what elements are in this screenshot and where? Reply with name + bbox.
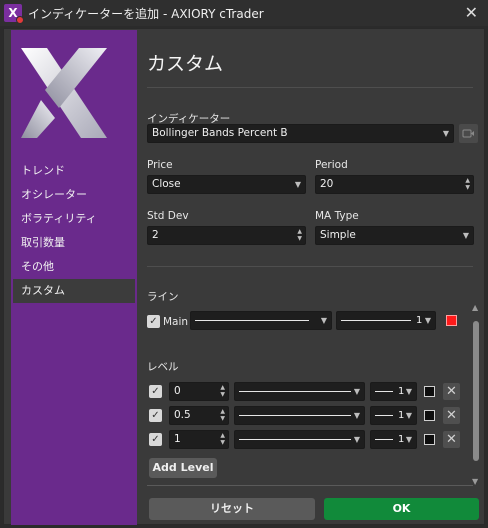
level-style-select[interactable]: ▼ [234,430,365,449]
divider [147,87,473,88]
axiory-x-logo-icon [21,48,107,138]
source-select[interactable]: Close ▼ [147,175,306,194]
title-bar: X インディケーターを追加 - AXIORY cTrader ✕ [0,0,488,26]
sidebar-item-oscillator[interactable]: オシレーター [13,183,135,207]
lines-section-label: ライン [147,291,179,303]
indicator-select[interactable]: Bollinger Bands Percent B ▼ [147,124,454,143]
remove-level-icon[interactable]: ✕ [443,407,460,424]
divider [147,266,473,267]
level-style-select[interactable]: ▼ [234,406,365,425]
level-color-swatch[interactable] [424,386,435,397]
level-thickness-select[interactable]: 1 ▼ [370,382,417,401]
sidebar-item-other[interactable]: その他 [13,255,135,279]
matype-select[interactable]: Simple ▼ [315,226,474,245]
dialog-body: トレンド オシレーター ボラティリティ 取引数量 その他 カスタム カスタム イ… [3,28,485,525]
period-stepper[interactable]: 20 ▲ ▼ [315,175,474,194]
main-line-label: Main [163,316,189,328]
sidebar-item-volume[interactable]: 取引数量 [13,231,135,255]
matype-label: MA Type [315,210,359,222]
page-title: カスタム [147,53,224,75]
level-style-select[interactable]: ▼ [234,382,365,401]
add-level-button[interactable]: Add Level [149,458,217,478]
app-logo-icon: X [4,4,24,24]
divider [147,485,473,486]
level-color-swatch[interactable] [424,434,435,445]
level-checkbox[interactable]: ✓ [149,409,162,422]
level-checkbox[interactable]: ✓ [149,385,162,398]
close-icon[interactable]: ✕ [465,3,478,22]
level-color-swatch[interactable] [424,410,435,421]
level-checkbox[interactable]: ✓ [149,433,162,446]
settings-scrollbar[interactable]: ▲ ▼ [471,299,481,489]
levels-section-label: レベル [147,361,179,373]
reset-button[interactable]: リセット [149,498,315,520]
level-value-stepper[interactable]: 0 ▲ ▼ [169,382,229,401]
main-line-thickness-select[interactable]: 1 ▼ [336,311,436,330]
video-help-icon[interactable] [459,124,478,143]
category-sidebar: トレンド オシレーター ボラティリティ 取引数量 その他 カスタム [11,30,137,525]
settings-panel: カスタム インディケーター Bollinger Bands Percent B ▼… [137,29,485,525]
remove-level-icon[interactable]: ✕ [443,431,460,448]
main-line-checkbox[interactable]: ✓ [147,315,160,328]
sidebar-item-volatility[interactable]: ボラティリティ [13,207,135,231]
level-value-stepper[interactable]: 0.5 ▲ ▼ [169,406,229,425]
level-thickness-select[interactable]: 1 ▼ [370,406,417,425]
main-line-color-swatch[interactable] [446,315,457,326]
sidebar-item-custom[interactable]: カスタム [13,279,135,303]
ok-button[interactable]: OK [324,498,479,520]
stddev-stepper[interactable]: 2 ▲ ▼ [147,226,306,245]
stddev-label: Std Dev [147,210,189,222]
sidebar-item-trend[interactable]: トレンド [13,159,135,183]
period-label: Period [315,159,348,171]
level-value-stepper[interactable]: 1 ▲ ▼ [169,430,229,449]
level-thickness-select[interactable]: 1 ▼ [370,430,417,449]
window-title: インディケーターを追加 - AXIORY cTrader [28,7,264,21]
source-label: Price [147,159,173,171]
category-list: トレンド オシレーター ボラティリティ 取引数量 その他 カスタム [13,159,135,303]
remove-level-icon[interactable]: ✕ [443,383,460,400]
main-line-style-select[interactable]: ▼ [190,311,332,330]
